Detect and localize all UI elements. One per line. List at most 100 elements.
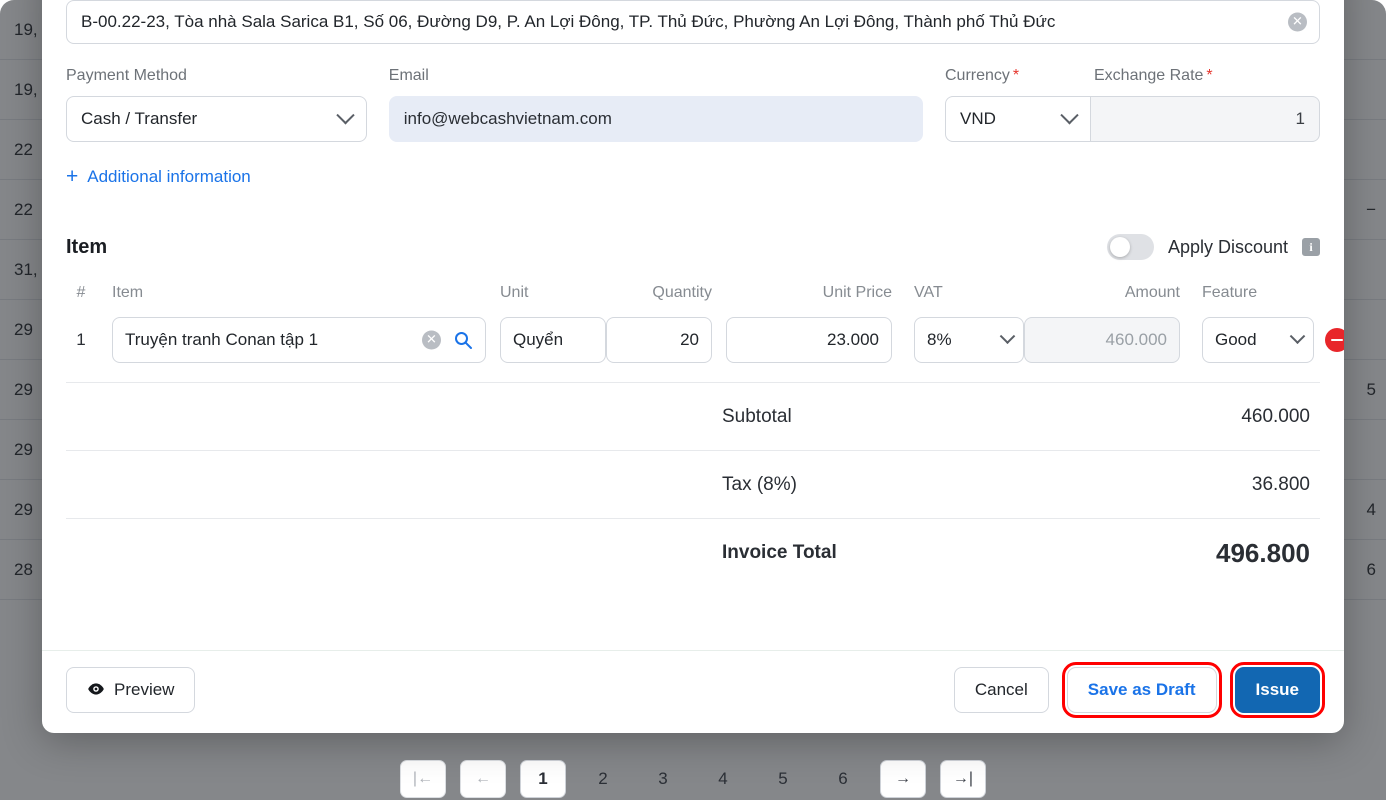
minus-icon <box>1331 338 1343 342</box>
preview-label: Preview <box>114 680 175 699</box>
pagination: |← ← 1 2 3 4 5 6 → →| <box>0 760 1386 798</box>
pagination-page-2[interactable]: 2 <box>580 760 626 798</box>
chevron-down-icon <box>1060 105 1079 124</box>
item-name-value: Truyện tranh Conan tập 1 <box>125 330 319 349</box>
exchange-rate-value: 1 <box>1295 109 1305 128</box>
item-feature-cell: Good <box>1194 317 1314 363</box>
totals-row-subtotal: Subtotal 460.000 <box>66 383 1320 451</box>
item-vat-select[interactable]: 8% <box>914 317 1024 363</box>
pagination-first-button[interactable]: |← <box>400 760 446 798</box>
column-header-vat: VAT <box>914 284 943 301</box>
column-header-feature: Feature <box>1202 284 1258 301</box>
remove-item-button[interactable] <box>1325 328 1344 352</box>
tax-value: 36.800 <box>1251 473 1310 495</box>
totals-row-tax: Tax (8%) 36.800 <box>66 451 1320 519</box>
pagination-page-6[interactable]: 6 <box>820 760 866 798</box>
column-header-num: # <box>76 284 86 301</box>
column-header-unit-price: Unit Price <box>822 284 892 301</box>
item-table: # Item Unit Quantity Unit Price VAT Amou… <box>66 280 1344 366</box>
currency-select[interactable]: VND <box>945 96 1090 142</box>
email-group: Email info@webcashvietnam.com <box>388 67 923 142</box>
form-grid: Payment Method Cash / Transfer Email inf… <box>66 67 1320 142</box>
item-amount-input: 460.000 <box>1024 317 1180 363</box>
address-value: B-00.22-23, Tòa nhà Sala Sarica B1, Số 0… <box>81 12 1056 31</box>
exchange-rate-label: Exchange Rate * <box>1094 67 1213 84</box>
item-amount-cell: 460.000 <box>1024 317 1194 363</box>
item-feature-value: Good <box>1215 330 1257 349</box>
item-quantity-cell: 20 <box>606 317 726 363</box>
totals-row-invoice-total: Invoice Total 496.800 <box>66 519 1320 587</box>
footer-actions: Cancel Save as Draft Issue <box>953 662 1326 718</box>
chevron-down-icon <box>336 105 355 124</box>
item-unit-cell: Quyển <box>486 317 606 363</box>
payment-method-label: Payment Method <box>66 67 187 84</box>
currency-rate-group: Currency * Exchange Rate * VND 1 <box>945 67 1320 142</box>
payment-method-group: Payment Method Cash / Transfer <box>66 67 367 142</box>
item-feature-select[interactable]: Good <box>1202 317 1314 363</box>
pagination-next-button[interactable]: → <box>880 760 926 798</box>
subtotal-label: Subtotal <box>722 405 792 427</box>
item-unit-price-input[interactable]: 23.000 <box>726 317 892 363</box>
pagination-page-3[interactable]: 3 <box>640 760 686 798</box>
required-asterisk: * <box>1206 67 1213 84</box>
payment-method-value: Cash / Transfer <box>81 109 198 128</box>
apply-discount-label: Apply Discount <box>1167 236 1288 257</box>
item-name-input[interactable]: Truyện tranh Conan tập 1 ✕ <box>112 317 486 363</box>
item-row: 1 Truyện tranh Conan tập 1 ✕ Quyển 20 23… <box>66 314 1344 366</box>
exchange-rate-input[interactable]: 1 <box>1090 96 1320 142</box>
pagination-prev-button[interactable]: ← <box>460 760 506 798</box>
item-section-header: Item Apply Discount i <box>66 234 1320 260</box>
column-header-unit: Unit <box>500 284 529 301</box>
totals-section: Subtotal 460.000 Tax (8%) 36.800 Invoice… <box>66 382 1320 587</box>
cancel-button[interactable]: Cancel <box>953 667 1049 713</box>
invoice-total-label: Invoice Total <box>722 542 837 563</box>
apply-discount-group: Apply Discount i <box>1106 234 1320 260</box>
tax-label: Tax (8%) <box>722 473 797 495</box>
required-asterisk: * <box>1012 67 1020 84</box>
modal-body: B-00.22-23, Tòa nhà Sala Sarica B1, Số 0… <box>42 0 1344 650</box>
additional-information-link[interactable]: + Additional information <box>66 166 251 187</box>
item-quantity-value: 20 <box>680 330 699 349</box>
pagination-page-5[interactable]: 5 <box>760 760 806 798</box>
invoice-modal: B-00.22-23, Tòa nhà Sala Sarica B1, Số 0… <box>42 0 1344 733</box>
clear-icon[interactable]: ✕ <box>1288 12 1307 32</box>
pagination-page-1[interactable]: 1 <box>520 760 566 798</box>
issue-button[interactable]: Issue <box>1229 662 1326 718</box>
item-vat-cell: 8% <box>906 317 1024 363</box>
pagination-last-button[interactable]: →| <box>940 760 986 798</box>
item-unit-price-cell: 23.000 <box>726 317 906 363</box>
screen: 19, 19, 22 22 − 31, 29 <box>0 0 1386 800</box>
item-name-cell: Truyện tranh Conan tập 1 ✕ <box>96 317 486 363</box>
info-icon[interactable]: i <box>1302 238 1320 256</box>
item-unit-price-value: 23.000 <box>827 330 879 349</box>
subtotal-value: 460.000 <box>1241 405 1310 427</box>
item-amount-value: 460.000 <box>1105 330 1167 349</box>
item-table-header: # Item Unit Quantity Unit Price VAT Amou… <box>66 280 1320 306</box>
toggle-knob <box>1109 237 1130 257</box>
item-quantity-input[interactable]: 20 <box>606 317 712 363</box>
chevron-down-icon <box>999 327 1016 344</box>
email-input[interactable]: info@webcashvietnam.com <box>388 96 923 142</box>
address-input[interactable]: B-00.22-23, Tòa nhà Sala Sarica B1, Số 0… <box>66 0 1320 44</box>
email-label: Email <box>388 67 429 84</box>
currency-label: Currency * <box>945 67 1020 84</box>
pagination-page-4[interactable]: 4 <box>700 760 746 798</box>
item-section-title: Item <box>66 235 108 258</box>
clear-icon[interactable]: ✕ <box>422 330 441 350</box>
modal-footer: Preview Cancel Save as Draft Issue <box>42 650 1344 733</box>
payment-method-select[interactable]: Cash / Transfer <box>66 96 367 142</box>
invoice-total-value: 496.800 <box>1216 537 1310 568</box>
column-header-quantity: Quantity <box>652 284 712 301</box>
currency-value: VND <box>960 109 996 128</box>
item-unit-input[interactable]: Quyển <box>500 317 606 363</box>
additional-information-label: Additional information <box>87 166 251 186</box>
apply-discount-toggle[interactable] <box>1106 234 1154 260</box>
chevron-down-icon <box>1289 327 1306 344</box>
email-value: info@webcashvietnam.com <box>403 109 612 128</box>
preview-button[interactable]: Preview <box>66 667 196 713</box>
item-vat-value: 8% <box>927 330 952 349</box>
search-icon[interactable] <box>453 330 473 350</box>
save-as-draft-button[interactable]: Save as Draft <box>1061 662 1222 718</box>
item-actions-cell <box>1314 328 1344 352</box>
column-header-amount: Amount <box>1124 284 1180 301</box>
